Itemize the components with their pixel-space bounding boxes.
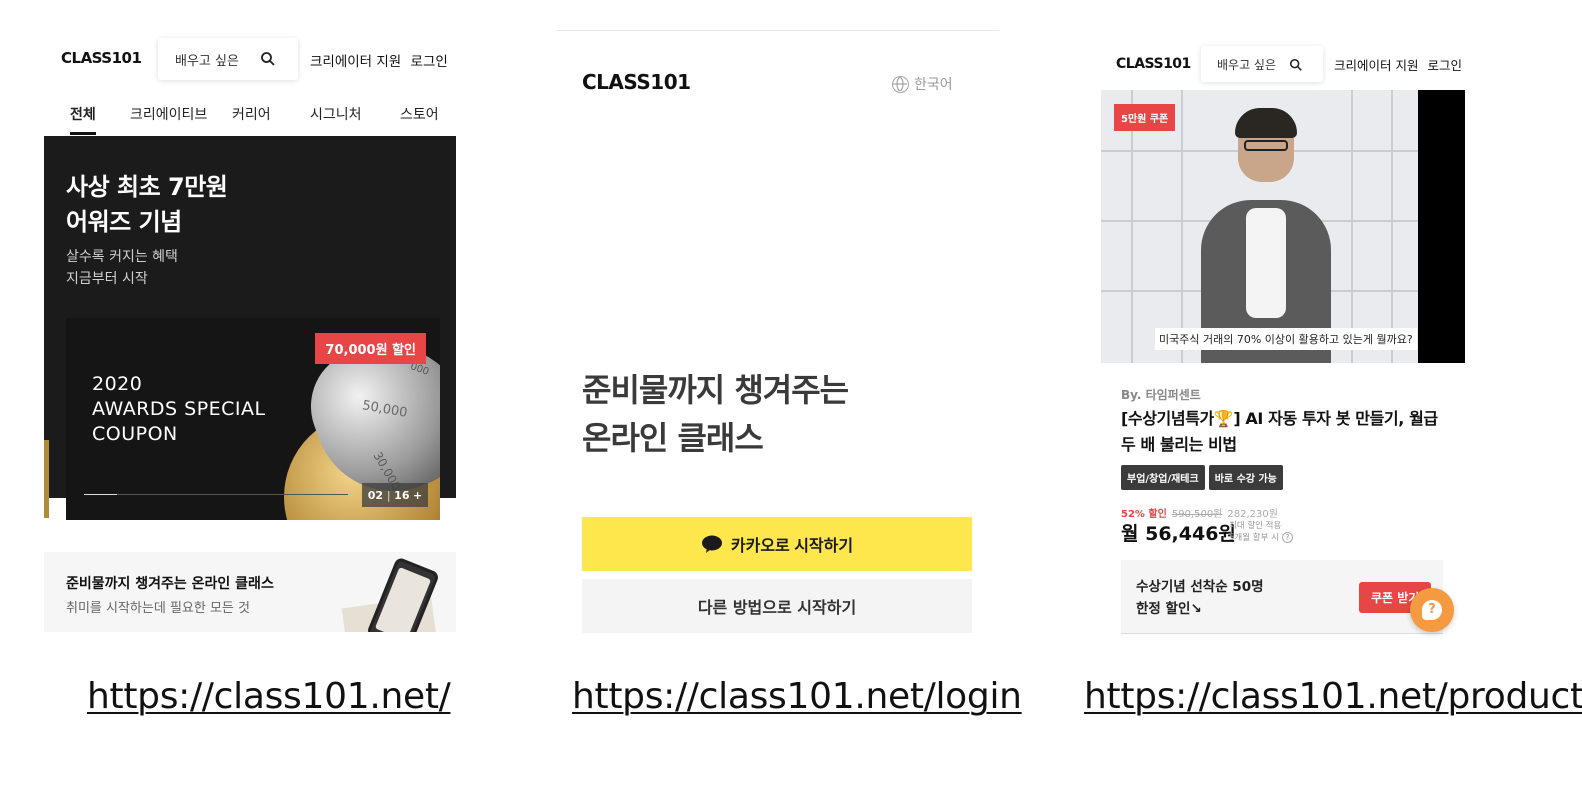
- installment-note: 최대 할인 적용 5개월 할부 시?: [1229, 521, 1293, 544]
- header-links: 크리에이터 지원 로그인: [1334, 55, 1467, 74]
- pager-current: 02: [367, 488, 384, 502]
- banner-sub-line1: 살수록 커지는 혜택: [66, 249, 178, 265]
- login-headline-line1: 준비물까지 챙겨주는: [582, 371, 849, 409]
- banner-title: 사상 최초 7만원 어워즈 기념: [66, 170, 228, 240]
- coupon-text: 수상기념 선착순 50명 한정 할인↘: [1136, 576, 1264, 620]
- coupon-card[interactable]: 50,000 30,000 000 70,000원 할인 2020 AWARDS…: [66, 318, 440, 520]
- top-divider: [556, 30, 999, 31]
- home-screenshot: CLASS101 배우고 싶은 크리에이터 지원 로그인 전체 크리에이티브 커…: [44, 0, 456, 640]
- login-link[interactable]: 로그인: [1427, 58, 1462, 73]
- header: CLASS101 배우고 싶은 크리에이터 지원 로그인: [44, 36, 456, 82]
- tag-availability: 바로 수강 가능: [1208, 465, 1283, 490]
- logo[interactable]: CLASS101: [1116, 56, 1191, 72]
- monthly-price: 월 56,446원: [1121, 523, 1236, 545]
- discount-badge: 70,000원 할인: [315, 333, 426, 364]
- tab-career[interactable]: 커리어: [232, 104, 271, 124]
- pager-total: 16: [394, 488, 410, 502]
- login-headline: 준비물까지 챙겨주는 온라인 클래스: [582, 366, 849, 462]
- tab-all[interactable]: 전체: [70, 104, 96, 124]
- slide-progress-bar: [84, 494, 348, 495]
- chat-bubble-icon: ?: [1422, 600, 1442, 620]
- globe-icon: [892, 75, 909, 93]
- help-icon[interactable]: ?: [1281, 532, 1293, 543]
- login-url-caption[interactable]: https://class101.net/login: [572, 676, 1022, 717]
- promo-title: 준비물까지 챙겨주는 온라인 클래스: [66, 576, 274, 592]
- search-icon[interactable]: [260, 51, 276, 67]
- category-tabs: 전체 크리에이티브 커리어 시그니처 스토어: [44, 96, 456, 136]
- presenter-glasses: [1244, 140, 1288, 151]
- promo-subtitle: 취미를 시작하는데 필요한 모든 것: [66, 601, 250, 616]
- coupon-badge: 5만원 쿠폰: [1114, 104, 1176, 131]
- card-text-line3: COUPON: [92, 423, 178, 445]
- creator-support-link[interactable]: 크리에이터 지원: [310, 54, 401, 70]
- discount-rate: 52% 할인: [1121, 509, 1167, 520]
- search-placeholder: 배우고 싶은: [1217, 57, 1277, 72]
- login-screenshot: CLASS101 한국어 준비물까지 챙겨주는 온라인 클래스 카카오로 시작하…: [556, 0, 999, 640]
- slide-pager: 02 | 16 +: [362, 483, 428, 507]
- login-link[interactable]: 로그인: [411, 54, 448, 70]
- slide-progress-fill: [84, 494, 117, 495]
- card-text-line2: AWARDS SPECIAL: [92, 398, 266, 420]
- coupon-text-line2: 한정 할인↘: [1136, 601, 1202, 617]
- kakao-login-button[interactable]: 카카오로 시작하기: [582, 517, 972, 571]
- class-video-player[interactable]: 5만원 쿠폰 미국주식 거래의 70% 이상이 활용하고 있는게 뭘까요?: [1101, 90, 1465, 363]
- wall-line: [1391, 90, 1393, 363]
- section-divider: [1121, 633, 1443, 634]
- installment-note-line1: 최대 할인 적용: [1229, 521, 1282, 531]
- kakao-bubble-icon: [701, 535, 723, 553]
- creator-name[interactable]: By. 타임퍼센트: [1121, 386, 1201, 403]
- installment-note-line2: 5개월 할부 시: [1229, 533, 1279, 543]
- search-icon[interactable]: [1289, 57, 1303, 71]
- search-placeholder: 배우고 싶은: [175, 53, 239, 69]
- banner-subtitle: 살수록 커지는 혜택 지금부터 시작: [66, 246, 178, 290]
- presenter-shirt: [1246, 208, 1286, 318]
- sale-price: 282,230원: [1227, 509, 1278, 520]
- original-price: 590,500원: [1171, 509, 1223, 520]
- product-url-caption[interactable]: https://class101.net/product: [1084, 676, 1582, 717]
- language-label: 한국어: [914, 77, 953, 93]
- pager-separator: |: [386, 488, 391, 502]
- active-tab-indicator: [70, 132, 96, 135]
- product-title: [수상기념특가🏆] AI 자동 투자 봇 만들기, 월급 두 배 불리는 비법: [1121, 409, 1438, 454]
- promo-banner[interactable]: 준비물까지 챙겨주는 온라인 클래스 취미를 시작하는데 필요한 모든 것: [44, 552, 456, 632]
- product-screenshot: CLASS101 배우고 싶은 크리에이터 지원 로그인 5만원 쿠폰 미국주식…: [1101, 0, 1465, 644]
- coupon-text-line1: 수상기념 선착순 50명: [1136, 579, 1264, 595]
- tab-creative[interactable]: 크리에이티브: [130, 104, 207, 124]
- tag-category[interactable]: 부업/창업/재테크: [1121, 465, 1205, 490]
- other-login-button[interactable]: 다른 방법으로 시작하기: [582, 579, 972, 633]
- other-login-label: 다른 방법으로 시작하기: [697, 598, 857, 617]
- presenter-hair: [1235, 108, 1297, 138]
- banner-sub-line2: 지금부터 시작: [66, 271, 148, 287]
- creator-support-link[interactable]: 크리에이터 지원: [1334, 58, 1418, 73]
- logo[interactable]: CLASS101: [61, 49, 142, 67]
- wall-line: [1351, 90, 1353, 363]
- login-headline-line2: 온라인 클래스: [582, 419, 764, 457]
- product-tags: 부업/창업/재테크 바로 수강 가능: [1121, 465, 1283, 490]
- help-chat-button[interactable]: ?: [1410, 588, 1454, 632]
- banner-title-line2: 어워즈 기념: [66, 208, 182, 236]
- kakao-login-label: 카카오로 시작하기: [730, 538, 854, 555]
- home-url-caption[interactable]: https://class101.net/: [87, 676, 451, 717]
- header: CLASS101 배우고 싶은 크리에이터 지원 로그인: [1101, 44, 1465, 84]
- header-links: 크리에이터 지원 로그인: [310, 50, 453, 70]
- pager-more-button[interactable]: +: [413, 489, 422, 502]
- video-subtitle: 미국주식 거래의 70% 이상이 활용하고 있는게 뭘까요?: [1155, 328, 1417, 350]
- tab-store[interactable]: 스토어: [400, 104, 439, 124]
- price-line: 52% 할인 590,500원 282,230원: [1121, 505, 1278, 520]
- card-text-line1: 2020: [92, 373, 143, 395]
- coupon-box: 수상기념 선착순 50명 한정 할인↘ 쿠폰 받기: [1121, 560, 1443, 634]
- logo[interactable]: CLASS101: [582, 70, 691, 94]
- language-selector[interactable]: 한국어: [892, 74, 953, 94]
- tab-signature[interactable]: 시그니처: [310, 104, 362, 124]
- search-input[interactable]: 배우고 싶은: [1201, 46, 1323, 82]
- previous-slide-peek: [44, 440, 49, 518]
- card-text: 2020 AWARDS SPECIAL COUPON: [92, 372, 266, 447]
- search-input[interactable]: 배우고 싶은: [158, 38, 298, 80]
- wall-line: [1181, 90, 1183, 363]
- banner-title-line1: 사상 최초 7만원: [66, 173, 228, 201]
